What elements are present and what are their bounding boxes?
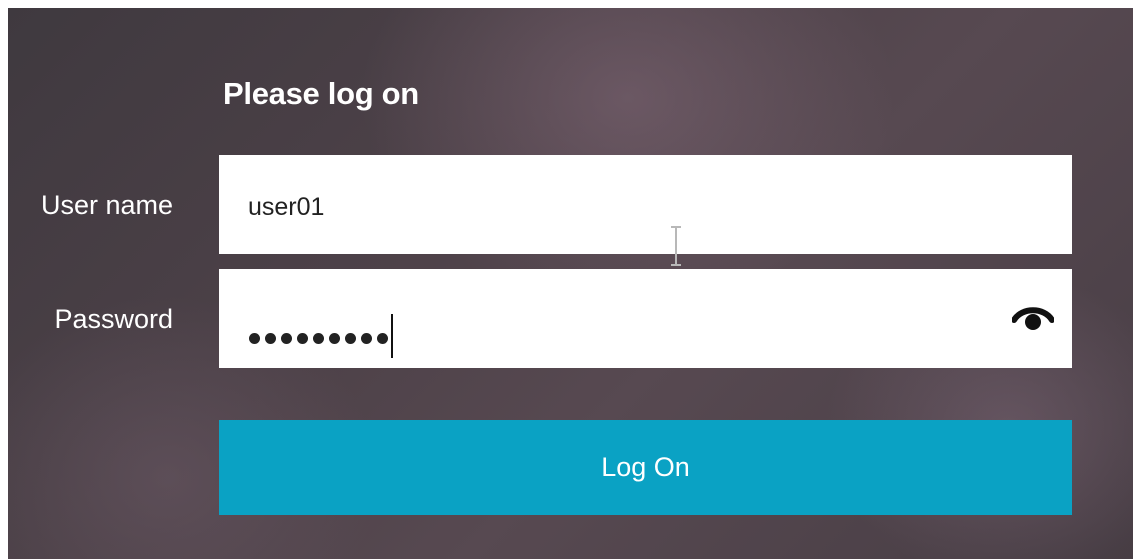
page-title: Please log on	[223, 76, 419, 111]
password-dot	[265, 332, 276, 344]
text-cursor-icon	[671, 226, 681, 266]
password-dot	[329, 332, 340, 344]
password-dot	[377, 332, 388, 344]
password-dot	[249, 332, 260, 344]
password-label: Password	[54, 304, 173, 334]
password-dot	[313, 332, 324, 344]
page: Please log on User name user01 Password …	[0, 0, 1133, 559]
eye-icon[interactable]	[1012, 303, 1054, 333]
password-dot	[361, 332, 372, 344]
log-on-button[interactable]: Log On	[219, 420, 1072, 515]
password-dot	[281, 332, 292, 344]
username-field[interactable]: user01	[219, 155, 1072, 266]
password-dot	[345, 332, 356, 344]
password-mask	[249, 314, 393, 358]
password-field[interactable]	[219, 269, 1072, 368]
username-label: User name	[40, 190, 173, 220]
text-caret	[391, 314, 393, 358]
password-dot	[297, 332, 308, 344]
login-panel: Please log on User name user01 Password …	[8, 8, 1133, 559]
username-value: user01	[248, 193, 325, 221]
